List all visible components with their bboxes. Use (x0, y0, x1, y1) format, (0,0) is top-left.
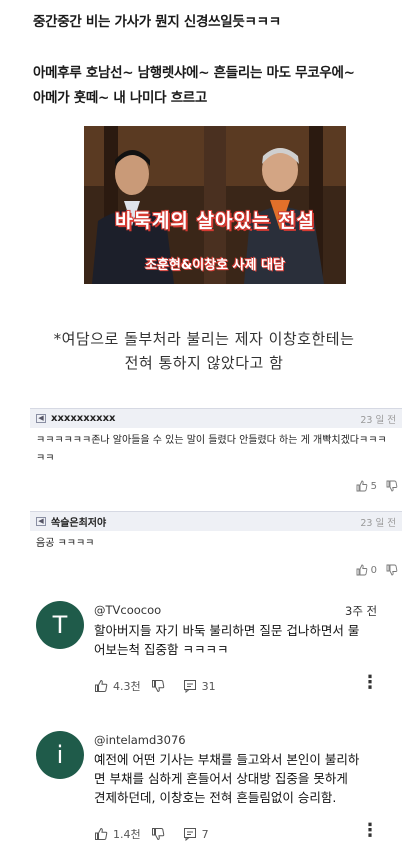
reply-icon[interactable] (183, 679, 197, 693)
thumbs-up-icon[interactable] (356, 564, 368, 576)
post-text-line-1: 중간중간 비는 가사가 뭔지 신경쓰일듯ㅋㅋㅋ (33, 14, 281, 30)
thumbs-up-icon[interactable] (356, 480, 368, 492)
comment-handle[interactable]: @TVcoocoo (94, 603, 161, 617)
dc-comment-text: 음공 ㅋㅋㅋㅋ (36, 538, 95, 549)
comment-text: 예전에 어떤 기사는 부채를 들고와서 본인이 불리하 면 부채를 심하게 흔들… (94, 750, 394, 807)
dc-comment-actions: 5 (356, 480, 398, 492)
photo-title: 바둑계의 살아있는 전설 (114, 210, 316, 232)
dc-comment-author[interactable]: xxxxxxxxxx (51, 413, 116, 424)
reply-count: 31 (201, 679, 216, 693)
like-icon[interactable] (94, 827, 108, 841)
dc-comment-actions: 0 (356, 564, 398, 576)
like-icon[interactable] (94, 679, 108, 693)
comment-text-line: 면 부채를 심하게 흔들어서 상대방 집중을 못하게 (94, 771, 348, 786)
dc-comment-author[interactable]: 쏙슬은최저야 (51, 514, 106, 529)
reply-icon[interactable] (183, 827, 197, 841)
like-count: 1.4천 (113, 828, 141, 841)
dc-comment-header: ◀ 쏙슬은최저야 23 일 전 (30, 511, 402, 531)
like-count: 4.3천 (113, 680, 141, 693)
comment-time: 3주 전 (345, 604, 378, 618)
thumbs-down-icon[interactable] (386, 480, 398, 492)
photo-subtitle: 조훈현&이창호 사제 대담 (145, 258, 285, 273)
dislike-icon[interactable] (151, 827, 165, 841)
comment-text-line: 할아버지들 자기 바둑 불리하면 질문 겁나하면서 물 (94, 623, 360, 638)
comment-handle[interactable]: @intelamd3076 (94, 733, 186, 747)
more-options-icon[interactable]: ⋮ (361, 822, 379, 840)
flag-icon: ◀ (36, 414, 46, 423)
flag-icon: ◀ (36, 517, 46, 526)
interview-photo: 바둑계의 살아있는 전설 조훈현&이창호 사제 대담 (84, 126, 346, 284)
dc-like-count: 5 (370, 480, 377, 492)
dc-comment: ◀ 쏙슬은최저야 23 일 전 음공 ㅋㅋㅋㅋ 0 (30, 511, 402, 583)
comment-text: 할아버지들 자기 바둑 불리하면 질문 겁나하면서 물 어보는척 집중함 ㅋㅋㅋ… (94, 621, 394, 659)
dc-comment-header: ◀ xxxxxxxxxx 23 일 전 (30, 408, 402, 428)
caption-line-1: *여담으로 돌부처라 불리는 제자 이창호한테는 (53, 330, 355, 348)
reply-count: 7 (201, 827, 209, 841)
avatar[interactable]: i (36, 731, 84, 779)
comment-actions: 1.4천 7 (94, 826, 209, 842)
dc-comment-date: 23 일 전 (360, 517, 396, 529)
caption-line-2: 전혀 통하지 않았다고 함 (124, 354, 284, 372)
avatar[interactable]: T (36, 601, 84, 649)
comment-text-line: 견제하던데, 이창호는 전혀 흔들림없이 승리함. (94, 790, 337, 805)
thumbs-down-icon[interactable] (386, 564, 398, 576)
dc-like-count: 0 (370, 564, 377, 576)
post-text-line-2: 아메후루 호남선~ 남행렛샤에~ 흔들리는 마도 무코우에~ (33, 65, 355, 81)
dislike-icon[interactable] (151, 679, 165, 693)
dc-comment: ◀ xxxxxxxxxx 23 일 전 ㅋㅋㅋㅋㅋㅋ존나 알아들을 수 있는 말… (30, 408, 402, 498)
dc-comment-text: ㅋㅋㅋㅋㅋㅋ존나 알아들을 수 있는 말이 들렸다 안들렸다 하는 게 개빡치겠… (36, 435, 387, 464)
post-text-line-3: 아메가 훗떼~ 내 나미다 흐르고 (33, 90, 208, 106)
comment-text-line: 어보는척 집중함 ㅋㅋㅋㅋ (94, 642, 229, 657)
comment-actions: 4.3천 31 (94, 678, 216, 694)
more-options-icon[interactable]: ⋮ (361, 674, 379, 692)
dc-comment-date: 23 일 전 (360, 414, 396, 426)
comment-text-line: 예전에 어떤 기사는 부채를 들고와서 본인이 불리하 (94, 752, 360, 767)
